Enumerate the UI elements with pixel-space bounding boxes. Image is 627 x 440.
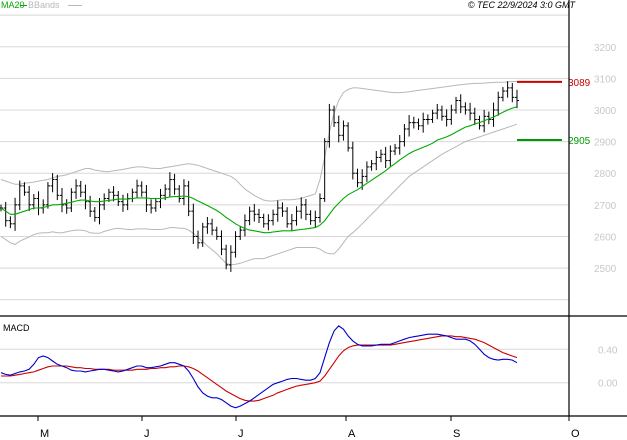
bbands-legend-label: BBands	[28, 0, 60, 10]
month-label: J	[144, 428, 150, 440]
macd-lines	[0, 325, 518, 409]
price-axis-labels: 2500 2600 2700 2800 2900 3000 3100 3200	[594, 43, 617, 275]
chart-frame	[0, 0, 627, 417]
month-label: S	[453, 428, 460, 440]
macd-tick-label: 0.00	[598, 379, 618, 390]
month-axis: MJJASO	[37, 416, 580, 440]
price-tick-label: 2600	[594, 232, 617, 243]
price-tick-label: 2700	[594, 201, 617, 212]
macd-line	[0, 325, 518, 409]
signal-line	[1, 335, 518, 402]
month-label: O	[571, 428, 580, 440]
price-tick-label: 3200	[594, 43, 617, 54]
month-label: M	[40, 428, 49, 440]
ma20-legend-swatch	[20, 5, 27, 6]
macd-axis-labels: 0.00 0.40	[598, 345, 618, 389]
macd-panel-title: MACD	[3, 323, 30, 333]
copyright-timestamp: © TEC 22/9/2024 3:0 GMT	[467, 0, 575, 10]
resistance-label: 3089	[568, 78, 591, 89]
macd-tick-label: 0.40	[598, 345, 618, 356]
price-tick-label: 3100	[594, 74, 617, 85]
price-tick-label: 3000	[594, 106, 617, 117]
month-label: J	[238, 428, 244, 440]
chart-canvas: 3089 2905 2500 2600 2700 2800 2900 3000 3100 320…	[0, 0, 627, 440]
price-tick-label: 2900	[594, 138, 617, 149]
bb-lower-line	[0, 123, 518, 266]
support-resistance-levels: 3089 2905	[517, 78, 591, 147]
price-tick-label: 2500	[594, 264, 617, 275]
month-label: A	[348, 428, 356, 440]
price-gridlines	[0, 14, 569, 301]
price-tick-label: 2800	[594, 169, 617, 180]
bbands-legend-swatch	[68, 5, 82, 6]
support-label: 2905	[568, 136, 591, 147]
